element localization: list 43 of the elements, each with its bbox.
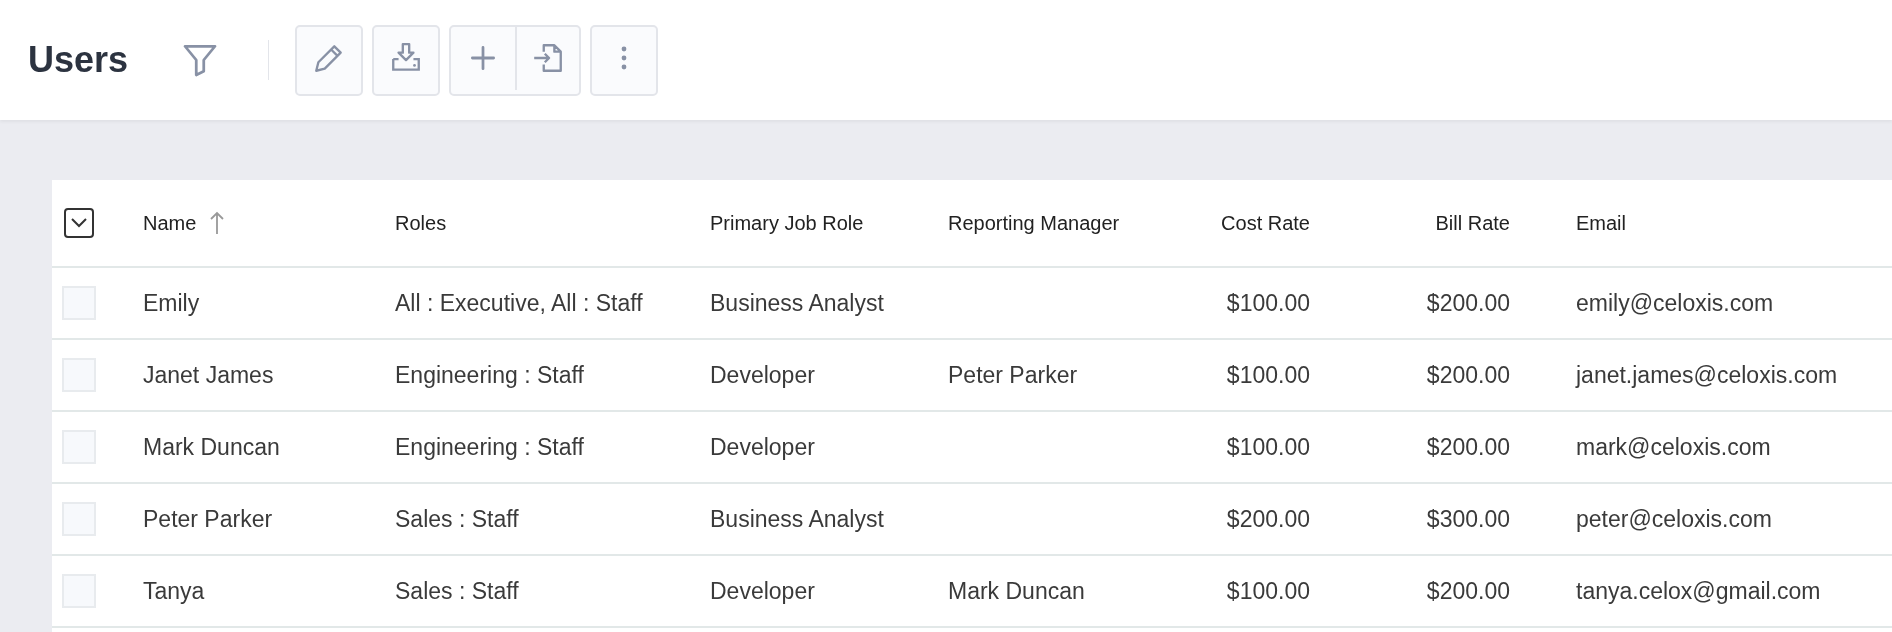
table-cell: $200.00: [1426, 577, 1510, 604]
table-cell: peter@celoxis.com: [1576, 505, 1772, 532]
column-header[interactable]: Name: [143, 211, 197, 235]
table-cell: tanya.celox@gmail.com: [1576, 577, 1821, 604]
table-cell: Mark Duncan: [143, 433, 280, 460]
column-header[interactable]: Roles: [395, 211, 447, 235]
column-header[interactable]: Cost Rate: [1221, 211, 1310, 235]
column-header[interactable]: Email: [1576, 211, 1626, 235]
table-cell: Peter Parker: [948, 361, 1078, 388]
chevron-down-icon: [71, 218, 87, 228]
table-cell: $200.00: [1426, 361, 1510, 388]
table-cell: $200.00: [1426, 433, 1510, 460]
table-cell: Developer: [710, 361, 815, 388]
table-cell: All : Executive, All : Staff: [395, 289, 643, 316]
table-cell: Business Analyst: [710, 289, 884, 316]
table-cell: Business Analyst: [710, 505, 884, 532]
table-cell: Sales : Staff: [395, 505, 519, 532]
page-title: Users: [28, 39, 129, 81]
table-cell: Janet James: [143, 361, 274, 388]
table-cell: emily@celoxis.com: [1576, 289, 1774, 316]
table-cell: Tanya: [143, 577, 205, 604]
table-cell: Developer: [710, 577, 815, 604]
column-header[interactable]: Bill Rate: [1435, 211, 1510, 235]
more-icon: [621, 46, 628, 70]
table-cell: Engineering : Staff: [395, 361, 584, 388]
table-cell: $100.00: [1226, 361, 1310, 388]
table-cell: Mark Duncan: [948, 577, 1085, 604]
table-cell: janet.james@celoxis.com: [1576, 361, 1838, 388]
select-all-dropdown[interactable]: [64, 208, 94, 238]
table-cell: Emily: [143, 289, 200, 316]
table-cell: $200.00: [1226, 505, 1310, 532]
table-cell: mark@celoxis.com: [1576, 433, 1771, 460]
table-cell: Peter Parker: [143, 505, 273, 532]
column-header[interactable]: Primary Job Role: [710, 211, 864, 235]
table-cell: $100.00: [1226, 433, 1310, 460]
table-cell: $300.00: [1426, 505, 1510, 532]
table-cell: $200.00: [1426, 289, 1510, 316]
table-cell: Sales : Staff: [395, 577, 519, 604]
column-header[interactable]: Reporting Manager: [948, 211, 1120, 235]
table-cell: Engineering : Staff: [395, 433, 584, 460]
table-cell: Developer: [710, 433, 815, 460]
table-cell: $100.00: [1226, 577, 1310, 604]
table-cell: $100.00: [1226, 289, 1310, 316]
